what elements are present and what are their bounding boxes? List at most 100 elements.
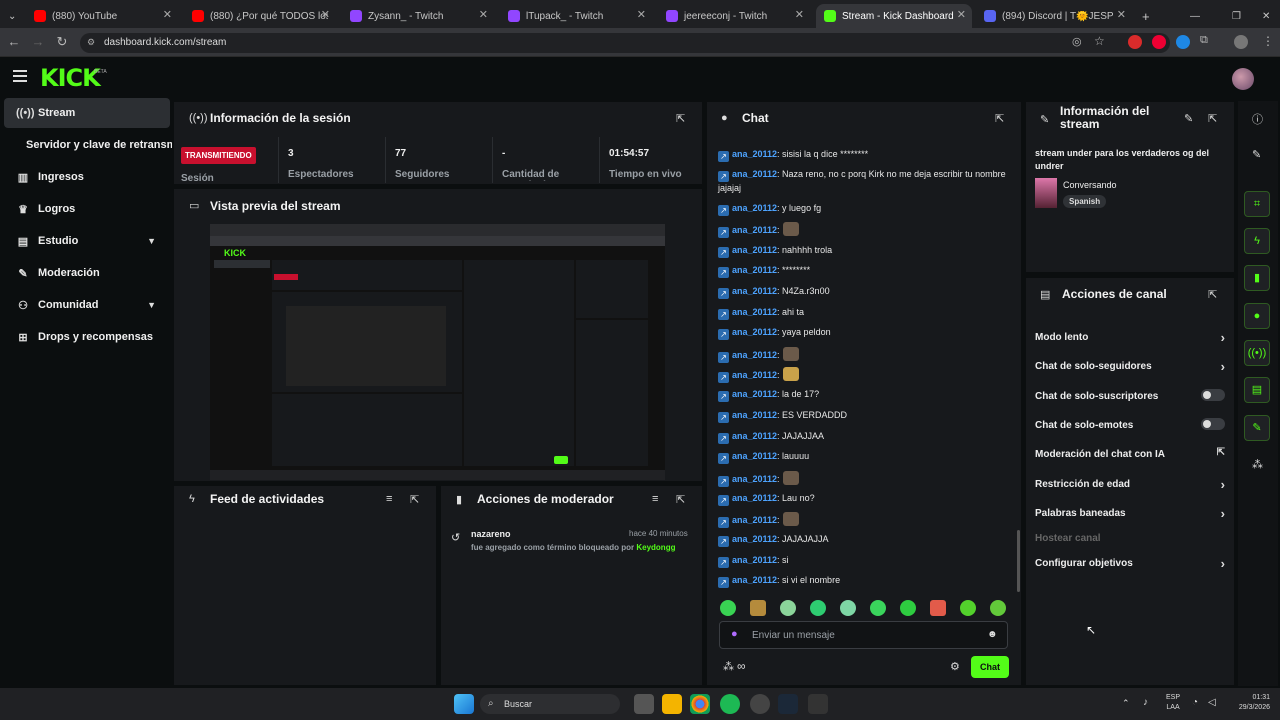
infinity-icon[interactable]: ∞ — [737, 659, 746, 673]
mod-entry-by[interactable]: Keydongg — [636, 543, 675, 552]
chat-username[interactable]: ana_20112 — [732, 286, 777, 296]
shield-icon[interactable]: ▮ — [1244, 265, 1270, 291]
action-followers-only[interactable]: Chat de solo-seguidores › — [1035, 359, 1225, 374]
sidebar-item-ingresos[interactable]: ▥ Ingresos — [4, 162, 170, 192]
emotes-only-toggle[interactable] — [1201, 418, 1225, 430]
chat-username[interactable]: ana_20112 — [732, 534, 777, 544]
sidebar-item-estudio[interactable]: ▤ Estudio ▼ — [4, 226, 170, 256]
bookmark-star-icon[interactable]: ☆ — [1094, 34, 1105, 48]
extensions-puzzle-icon[interactable]: ⧉ — [1200, 34, 1208, 47]
profile-icon[interactable] — [1234, 35, 1248, 49]
forward-icon[interactable]: → — [30, 34, 46, 49]
stream-preview-video[interactable]: KICK — [210, 224, 665, 480]
steam-icon[interactable] — [778, 694, 798, 714]
kick-logo[interactable]: KICK — [40, 64, 101, 92]
chat-username[interactable]: ana_20112 — [732, 265, 777, 275]
app-icon[interactable] — [750, 694, 770, 714]
extension-icon[interactable] — [1176, 35, 1190, 49]
action-slow-mode[interactable]: Modo lento › — [1035, 330, 1225, 345]
sidebar-item-server-key[interactable]: Servidor y clave de retransmisión — [4, 130, 172, 160]
taskbar-search[interactable] — [480, 694, 620, 714]
chat-username[interactable]: ana_20112 — [732, 203, 777, 213]
chat-username[interactable]: ana_20112 — [732, 370, 777, 380]
chat-username[interactable]: ana_20112 — [732, 327, 777, 337]
popout-icon[interactable]: ⇱ — [676, 493, 685, 506]
browser-tab-twitch-2[interactable]: lTupack_ - Twitch ✕ — [500, 4, 652, 28]
channel-icon[interactable]: ▤ — [1244, 377, 1270, 403]
clock[interactable]: 01:31 29/3/2026 — [1226, 693, 1270, 713]
layout-icon[interactable]: ⁂ — [1252, 458, 1263, 471]
chat-username[interactable]: ana_20112 — [732, 225, 777, 235]
volume-icon[interactable]: ◁ — [1208, 697, 1216, 708]
spotify-icon[interactable] — [720, 694, 740, 714]
emote-green-icon[interactable] — [900, 600, 916, 616]
sidebar-item-comunidad[interactable]: ⚇ Comunidad ▼ — [4, 290, 170, 320]
wrench-icon[interactable]: ✎ — [1244, 415, 1270, 441]
emote-green-icon[interactable] — [870, 600, 886, 616]
emoji-icon[interactable]: ☻ — [987, 629, 998, 640]
microphone-icon[interactable]: ● — [731, 628, 738, 640]
tab-list-button[interactable]: ⌄ — [0, 4, 24, 28]
maximize-button[interactable]: ❐ — [1224, 4, 1244, 28]
user-avatar[interactable] — [1232, 68, 1254, 90]
windows-start-icon[interactable] — [454, 694, 474, 714]
chat-username[interactable]: ana_20112 — [732, 493, 777, 503]
sidebar-item-logros[interactable]: ♛ Logros — [4, 194, 170, 224]
chat-username[interactable]: ana_20112 — [732, 575, 777, 585]
info-icon[interactable]: ⓘ — [1252, 111, 1263, 127]
filter-icon[interactable]: ≡ — [386, 493, 392, 505]
epic-games-icon[interactable] — [808, 694, 828, 714]
task-view-icon[interactable] — [634, 694, 654, 714]
close-icon[interactable]: ✕ — [321, 8, 330, 21]
chat-username[interactable]: ana_20112 — [732, 149, 777, 159]
popout-icon[interactable]: ⇱ — [676, 112, 685, 125]
chat-username[interactable]: ana_20112 — [732, 451, 777, 461]
action-age-restriction[interactable]: Restricción de edad › — [1035, 477, 1225, 492]
close-icon[interactable]: ✕ — [479, 8, 488, 21]
action-banned-words[interactable]: Palabras baneadas › — [1035, 506, 1225, 521]
language-indicator[interactable]: ESP LAA — [1166, 693, 1180, 713]
sidebar-item-stream[interactable]: ((•)) Stream — [4, 98, 170, 128]
hamburger-menu-icon[interactable] — [13, 70, 27, 85]
settings-gear-icon[interactable]: ⚙ — [950, 660, 960, 673]
emote-green-icon[interactable] — [990, 600, 1006, 616]
popout-icon[interactable]: ⇱ — [1208, 112, 1217, 125]
chat-username[interactable]: ana_20112 — [732, 474, 777, 484]
new-tab-button[interactable]: + — [1134, 4, 1154, 28]
chrome-icon[interactable] — [690, 694, 710, 714]
emote-red-icon[interactable] — [930, 600, 946, 616]
chat-username[interactable]: ana_20112 — [732, 431, 777, 441]
sidebar-item-drops[interactable]: ⊞ Drops y recompensas — [4, 322, 170, 352]
close-icon[interactable]: ✕ — [163, 8, 172, 21]
back-icon[interactable]: ← — [6, 34, 22, 49]
tray-chevron-icon[interactable]: ⌃ — [1122, 698, 1130, 709]
popout-icon[interactable]: ⇱ — [1208, 288, 1217, 301]
chat-username[interactable]: ana_20112 — [732, 555, 777, 565]
popout-icon[interactable]: ⇱ — [410, 493, 419, 506]
edit-pencil-icon[interactable]: ✎ — [1184, 112, 1193, 125]
subs-only-toggle[interactable] — [1201, 389, 1225, 401]
file-explorer-icon[interactable] — [662, 694, 682, 714]
browser-tab-youtube[interactable]: (880) YouTube ✕ — [26, 4, 178, 28]
chat-username[interactable]: ana_20112 — [732, 350, 777, 360]
menu-dots-icon[interactable]: ⋮ — [1262, 34, 1274, 48]
broadcast-icon[interactable]: ((•)) — [1244, 340, 1270, 366]
action-goals[interactable]: Configurar objetivos › — [1035, 556, 1225, 571]
action-ai-moderation[interactable]: Moderación del chat con IA ⇱ — [1035, 447, 1225, 460]
stream-category[interactable]: Conversando — [1063, 180, 1117, 190]
wifi-icon[interactable]: ◔ — [1192, 697, 1198, 708]
emote-face-icon[interactable] — [780, 600, 796, 616]
window-close-button[interactable]: ✕ — [1254, 4, 1274, 28]
chat-username[interactable]: ana_20112 — [732, 410, 777, 420]
send-chat-button[interactable]: Chat — [971, 656, 1009, 678]
filter-icon[interactable]: ≡ — [652, 493, 658, 505]
site-info-icon[interactable]: ⚙ — [87, 37, 95, 48]
bolt-icon[interactable]: ϟ — [1244, 228, 1270, 254]
extension-icon[interactable] — [1128, 35, 1142, 49]
emote-smile-icon[interactable] — [720, 600, 736, 616]
chat-username[interactable]: ana_20112 — [732, 389, 777, 399]
chat-username[interactable]: ana_20112 — [732, 169, 777, 179]
browser-tab-youtube-2[interactable]: (880) ¿Por qué TODOS los ARTIS✕ — [184, 4, 336, 28]
microphone-icon[interactable]: ♪ — [1143, 697, 1148, 708]
sidebar-item-moderacion[interactable]: ✎ Moderación — [4, 258, 170, 288]
